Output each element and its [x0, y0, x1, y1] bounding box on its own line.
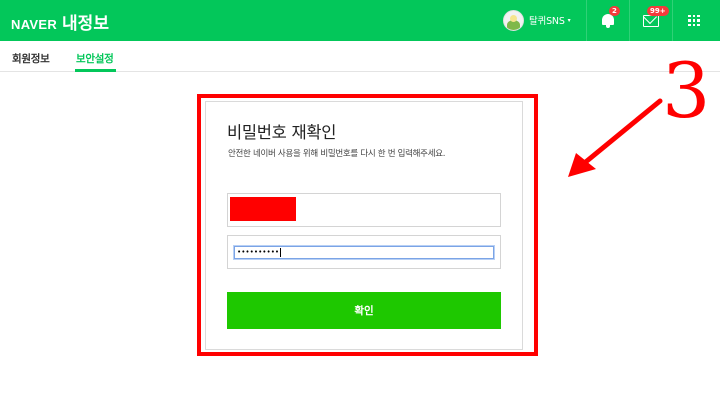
- avatar[interactable]: [503, 9, 524, 31]
- profile-menu[interactable]: 탈퀴SNS ▾: [503, 9, 571, 31]
- page: NAVER 내정보 탈퀴SNS ▾ 2 99+ 회원정보 보안설정 비밀번호 재…: [0, 0, 720, 396]
- notifications-button[interactable]: 2: [587, 0, 629, 41]
- tab-member-info[interactable]: 회원정보: [12, 51, 50, 66]
- tab-security-settings[interactable]: 보안설정: [76, 51, 114, 66]
- notifications-badge: 2: [609, 6, 620, 16]
- active-tab-indicator: [75, 69, 116, 72]
- apps-grid-icon: [688, 14, 700, 27]
- caret-down-icon[interactable]: ▾: [568, 17, 571, 24]
- brand[interactable]: NAVER 내정보: [11, 9, 109, 34]
- annotation-arrow-icon: [568, 98, 663, 177]
- mail-badge: 99+: [647, 6, 669, 16]
- page-title[interactable]: 내정보: [62, 9, 109, 34]
- mail-icon: [643, 14, 659, 27]
- header: NAVER 내정보 탈퀴SNS ▾ 2 99+: [0, 0, 720, 41]
- apps-menu-button[interactable]: [673, 0, 715, 41]
- mail-button[interactable]: 99+: [630, 0, 672, 41]
- profile-name[interactable]: 탈퀴SNS: [529, 13, 565, 27]
- sub-navigation: 회원정보 보안설정: [0, 41, 720, 72]
- naver-logo[interactable]: NAVER: [11, 17, 57, 32]
- annotation-highlight-box: [197, 94, 538, 356]
